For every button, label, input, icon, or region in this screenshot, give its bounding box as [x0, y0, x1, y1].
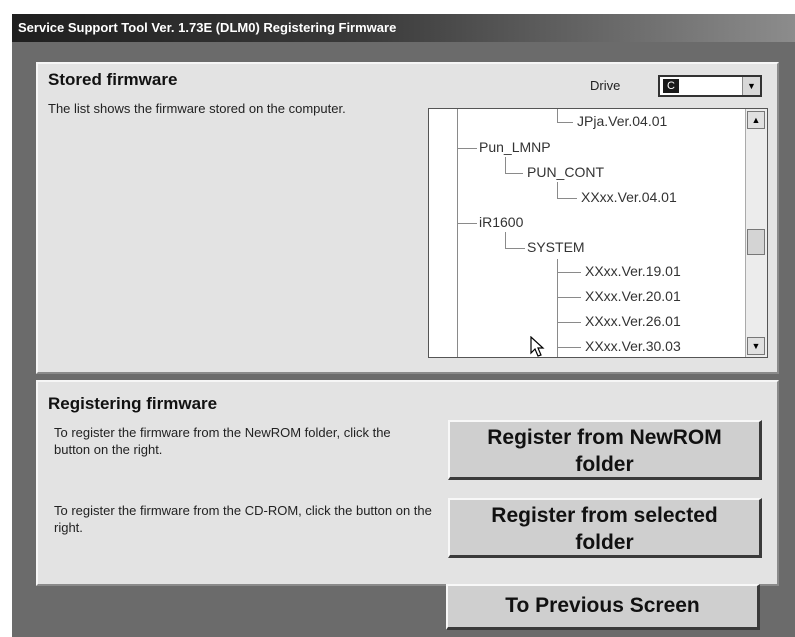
scroll-down-arrow-icon[interactable]: ▼: [747, 337, 765, 355]
tree-node-xxxx-19-01[interactable]: XXxx.Ver.19.01: [585, 263, 681, 279]
tree-node-pun-cont[interactable]: PUN_CONT: [527, 164, 604, 180]
chevron-down-icon[interactable]: ▼: [742, 77, 760, 95]
app-window: Service Support Tool Ver. 1.73E (DLM0) R…: [12, 14, 795, 637]
tree-connector: [505, 173, 523, 174]
tree-node-xxxx-20-01[interactable]: XXxx.Ver.20.01: [585, 288, 681, 304]
newrom-description: To register the firmware from the NewROM…: [54, 425, 391, 457]
tree-node-pun-lmnp[interactable]: Pun_LMNP: [479, 139, 551, 155]
register-selected-folder-button[interactable]: Register from selected folder: [448, 498, 762, 558]
tree-connector: [505, 232, 506, 248]
stored-firmware-description: The list shows the firmware stored on th…: [48, 101, 346, 116]
tree-node-xxxx-04-01[interactable]: XXxx.Ver.04.01: [581, 189, 677, 205]
tree-connector: [557, 322, 581, 323]
register-newrom-label-line1: Register from NewROM: [487, 426, 722, 449]
register-selected-label-line1: Register from selected: [491, 504, 718, 527]
tree-connector: [557, 182, 558, 198]
tree-connector: [505, 157, 506, 173]
tree-connector: [557, 198, 577, 199]
scroll-up-arrow-icon[interactable]: ▲: [747, 111, 765, 129]
window-title: Service Support Tool Ver. 1.73E (DLM0) R…: [12, 14, 795, 42]
drive-label: Drive: [590, 78, 621, 93]
drive-select[interactable]: C ▼: [658, 75, 762, 97]
cdrom-description: To register the firmware from the CD-ROM…: [54, 503, 432, 535]
drive-value: C: [663, 79, 679, 93]
tree-connector: [457, 223, 477, 224]
stored-firmware-heading: Stored firmware: [48, 70, 178, 89]
tree-node-system[interactable]: SYSTEM: [527, 239, 585, 255]
tree-connector: [557, 297, 581, 298]
tree-node-xxxx-30-03[interactable]: XXxx.Ver.30.03: [585, 338, 681, 354]
tree-scrollbar[interactable]: ▲ ▼: [745, 109, 767, 357]
registering-firmware-panel: Registering firmware To register the fir…: [36, 380, 779, 586]
firmware-tree[interactable]: JPja.Ver.04.01 Pun_LMNP PUN_CONT XXxx.Ve…: [428, 108, 768, 358]
tree-node-jpja[interactable]: JPja.Ver.04.01: [577, 113, 667, 129]
scrollbar-thumb[interactable]: [747, 229, 765, 255]
register-newrom-label-line2: folder: [575, 453, 634, 476]
tree-connector: [557, 272, 581, 273]
tree-connector: [557, 122, 573, 123]
tree-connector: [505, 248, 525, 249]
mouse-pointer-icon: [530, 336, 545, 357]
tree-connector: [457, 109, 458, 357]
previous-screen-button[interactable]: To Previous Screen: [446, 584, 760, 630]
register-newrom-button[interactable]: Register from NewROM folder: [448, 420, 762, 480]
tree-node-ir1600[interactable]: iR1600: [479, 214, 523, 230]
tree-connector: [457, 148, 477, 149]
tree-connector: [557, 109, 558, 122]
tree-node-xxxx-26-01[interactable]: XXxx.Ver.26.01: [585, 313, 681, 329]
registering-firmware-heading: Registering firmware: [48, 394, 218, 413]
tree-connector: [557, 347, 581, 348]
stored-firmware-panel: Stored firmware The list shows the firmw…: [36, 62, 779, 374]
register-selected-label-line2: folder: [575, 531, 634, 554]
tree-connector: [557, 259, 558, 357]
